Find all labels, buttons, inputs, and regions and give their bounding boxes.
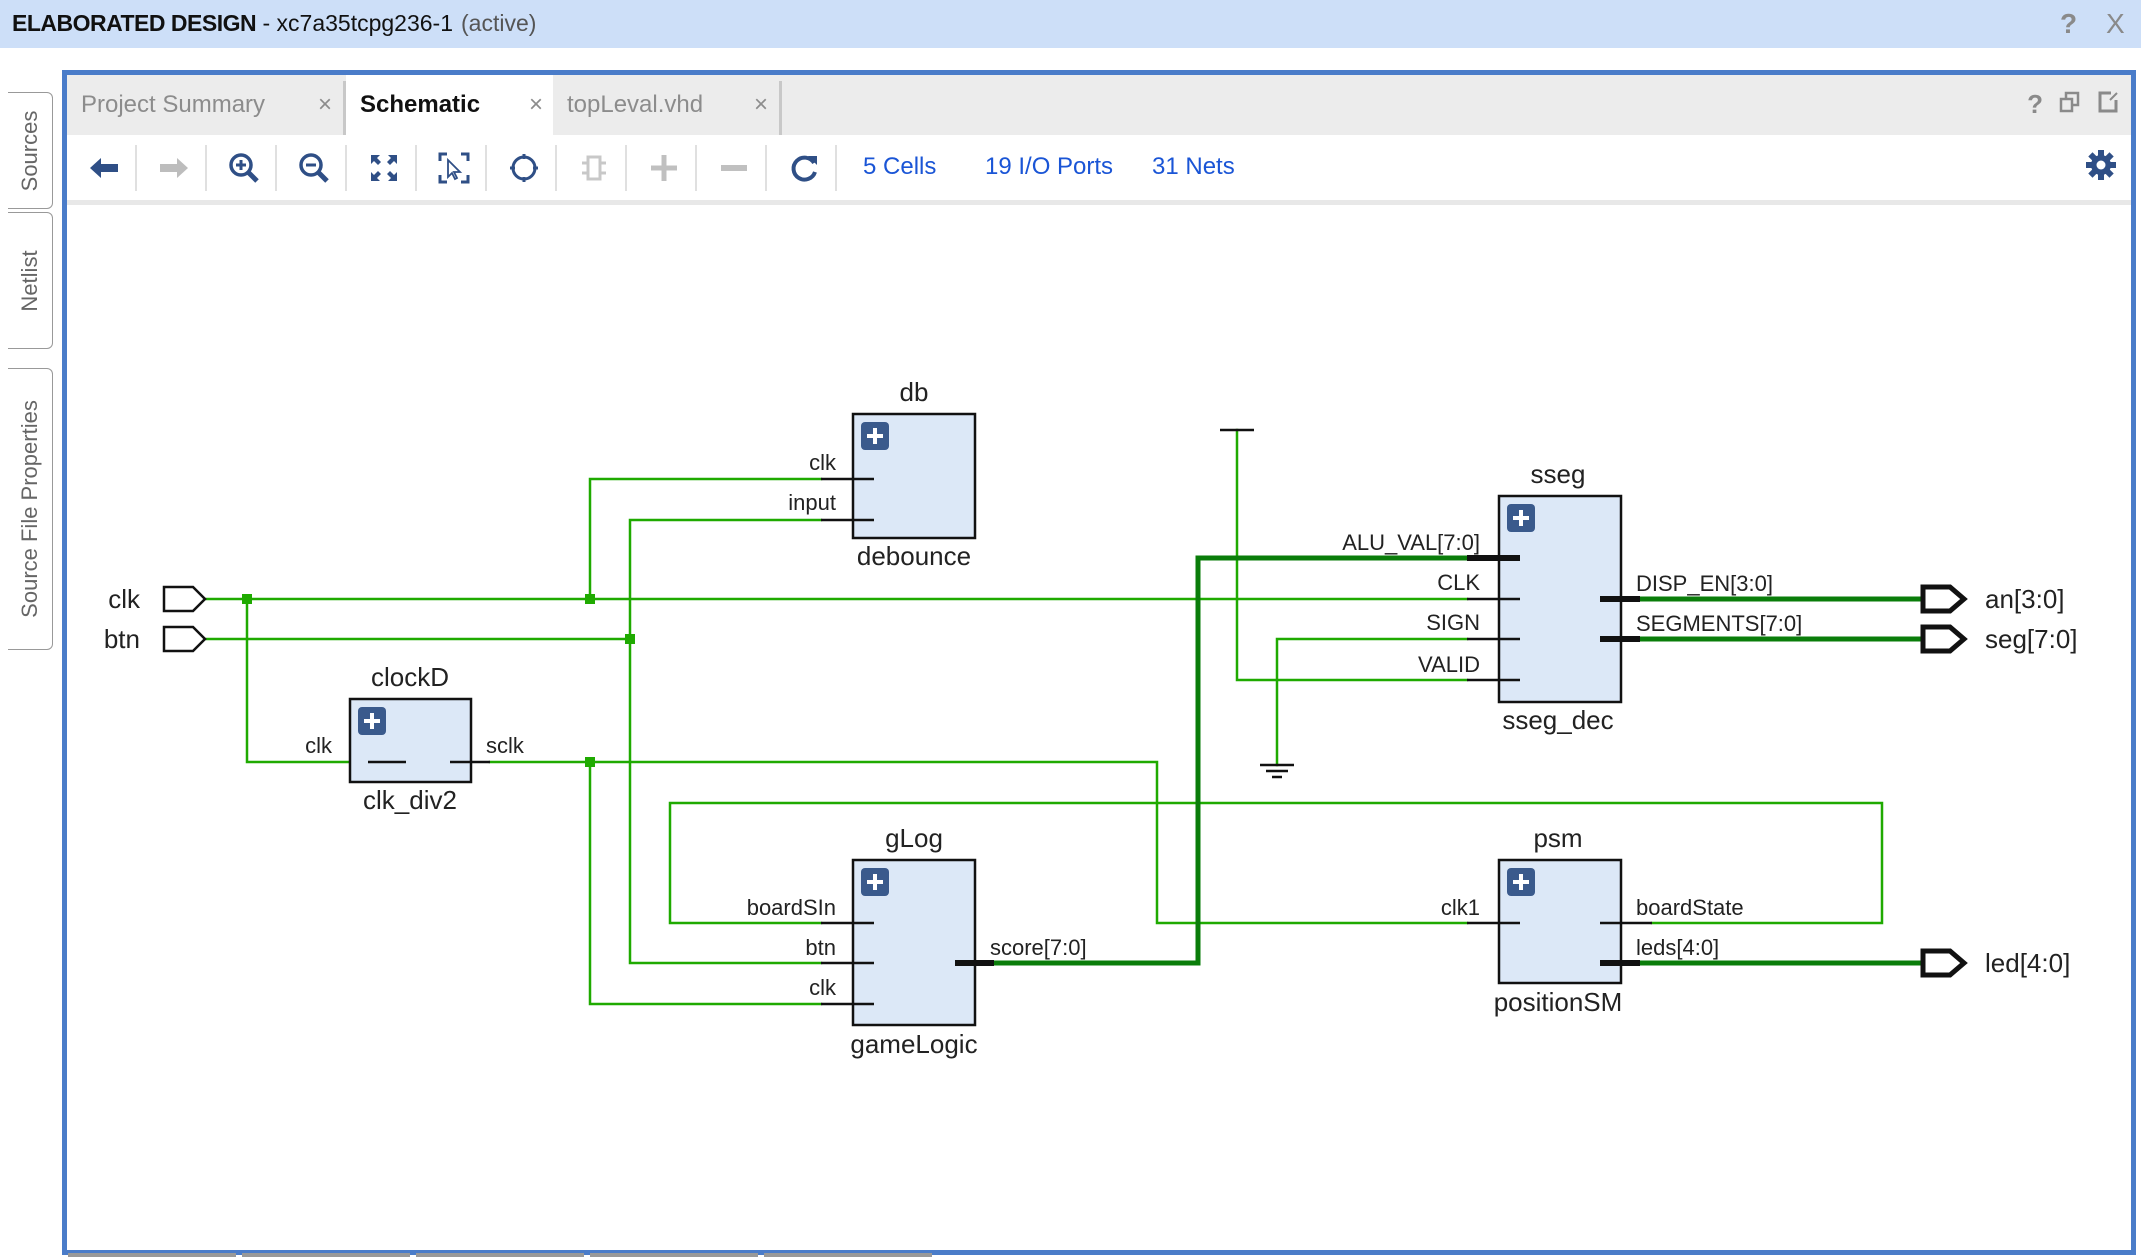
bottom-tab[interactable] <box>242 1253 410 1257</box>
zoom-out-icon <box>299 153 329 183</box>
toolbar-separator <box>345 145 347 191</box>
toolbar-separator <box>835 145 837 191</box>
side-tab-label: Sources <box>17 110 42 191</box>
side-tab-label: Netlist <box>17 249 42 312</box>
collapse-button[interactable] <box>711 145 757 191</box>
toolbar-separator <box>415 145 417 191</box>
title-status: (active) <box>461 10 537 36</box>
panel-controls: ? <box>2027 89 2119 120</box>
bottom-tab[interactable] <box>68 1253 236 1257</box>
zoom-out-button[interactable] <box>291 145 337 191</box>
toolbar-separator <box>695 145 697 191</box>
plus-icon <box>651 155 677 181</box>
tab-label: Project Summary <box>81 91 266 118</box>
tab-divider <box>779 81 782 135</box>
tab-schematic[interactable]: Schematic × <box>346 75 553 135</box>
tab-label: topLeval.vhd <box>567 91 704 118</box>
title-bold: ELABORATED DESIGN <box>12 10 257 36</box>
minus-icon <box>721 165 747 171</box>
nets-count-link[interactable]: 31 Nets <box>1152 153 1235 181</box>
tab-label: Schematic <box>360 91 481 118</box>
tab-project-summary[interactable]: Project Summary × <box>67 75 342 135</box>
toolbar-separator <box>135 145 137 191</box>
arrow-left-icon <box>90 158 118 178</box>
schematic-toolbar: 5 Cells 19 I/O Ports 31 Nets <box>67 135 2131 205</box>
expand-button[interactable] <box>641 145 687 191</box>
bottom-tab[interactable] <box>590 1253 758 1257</box>
toolbar-separator <box>275 145 277 191</box>
title-bar: ELABORATED DESIGN - xc7a35tcpg236-1 (acti… <box>0 0 2141 48</box>
side-tab-source-file-properties[interactable]: Source File Properties <box>8 368 53 650</box>
forward-button[interactable] <box>151 145 197 191</box>
back-button[interactable] <box>81 145 127 191</box>
toolbar-separator <box>555 145 557 191</box>
side-tab-sources[interactable]: Sources <box>8 92 53 209</box>
zoom-in-icon <box>229 153 259 183</box>
arrow-right-icon <box>160 158 188 178</box>
zoom-area-icon <box>438 152 470 184</box>
autofit-selection-button[interactable] <box>501 145 547 191</box>
schematic-panel: Project Summary × Schematic × topLeval.v… <box>62 70 2136 1255</box>
close-icon[interactable]: × <box>529 91 543 119</box>
close-icon[interactable]: × <box>318 91 332 119</box>
gear-icon <box>2086 150 2116 180</box>
float-icon[interactable] <box>2097 89 2119 120</box>
zoom-area-button[interactable] <box>431 145 477 191</box>
bottom-tab[interactable] <box>416 1253 584 1257</box>
tab-bar: Project Summary × Schematic × topLeval.v… <box>67 75 2131 135</box>
close-icon[interactable]: X <box>2106 8 2125 40</box>
toolbar-separator <box>765 145 767 191</box>
cell-icon <box>582 155 606 181</box>
close-icon[interactable]: × <box>754 91 768 119</box>
toolbar-separator <box>205 145 207 191</box>
toolbar-separator <box>485 145 487 191</box>
cells-count-link[interactable]: 5 Cells <box>863 153 936 181</box>
side-tab-netlist[interactable]: Netlist <box>8 212 53 349</box>
restore-icon[interactable] <box>2059 89 2081 120</box>
title-part: - xc7a35tcpg236-1 <box>256 10 453 36</box>
io-ports-count-link[interactable]: 19 I/O Ports <box>985 153 1113 181</box>
refresh-icon <box>791 155 817 182</box>
window-title: ELABORATED DESIGN - xc7a35tcpg236-1 (acti… <box>12 10 536 37</box>
bottom-tab[interactable] <box>764 1253 932 1257</box>
fit-icon <box>371 155 397 181</box>
zoom-in-button[interactable] <box>221 145 267 191</box>
panel-help-icon[interactable]: ? <box>2027 89 2043 120</box>
zoom-fit-button[interactable] <box>361 145 407 191</box>
side-tab-label: Source File Properties <box>17 400 42 618</box>
help-icon[interactable]: ? <box>2060 8 2077 40</box>
settings-button[interactable] <box>2085 149 2117 186</box>
tab-toplevel-vhd[interactable]: topLeval.vhd × <box>553 75 778 135</box>
toggle-cell-button[interactable] <box>571 145 617 191</box>
regenerate-button[interactable] <box>781 145 827 191</box>
toolbar-separator <box>625 145 627 191</box>
crosshair-icon <box>510 154 538 182</box>
